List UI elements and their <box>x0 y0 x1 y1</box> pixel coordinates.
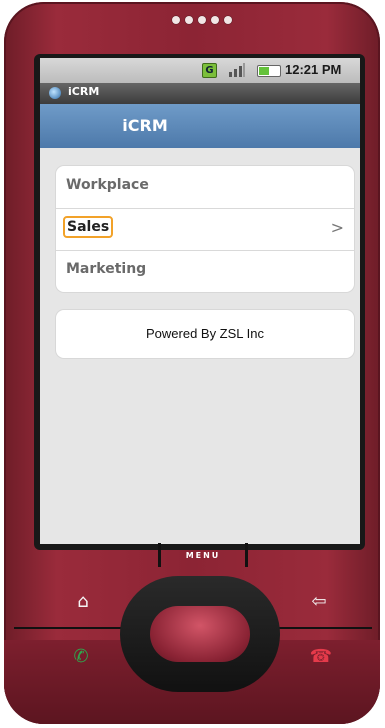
menu-item-workplace[interactable]: Workplace <box>56 166 354 209</box>
home-icon: ⌂ <box>77 591 89 612</box>
app-header: iCRM <box>40 104 360 148</box>
battery-icon <box>257 65 281 77</box>
menu-key-label: MENU <box>185 551 221 560</box>
speaker-dot <box>198 16 206 24</box>
speaker-dot <box>172 16 180 24</box>
home-key[interactable]: ⌂ <box>70 589 96 615</box>
main-menu: Workplace Sales > Marketing <box>56 166 354 292</box>
menu-item-label: Workplace <box>66 177 149 193</box>
status-bar: G 12:21 PM <box>40 58 360 83</box>
powered-by-text: Powered By ZSL Inc <box>145 326 264 341</box>
menu-item-label: Sales <box>63 216 114 238</box>
status-time: 12:21 PM <box>285 62 342 77</box>
end-call-key[interactable]: ☎ <box>308 644 334 670</box>
call-icon: ✆ <box>73 646 89 667</box>
speaker-dot <box>185 16 193 24</box>
back-key[interactable]: ⇦ <box>306 589 332 615</box>
screen: G 12:21 PM iCRM iCRM Workplace Sales > M… <box>40 58 360 544</box>
window-title: iCRM <box>68 85 100 98</box>
end-call-icon: ☎ <box>309 646 333 667</box>
footer-card: Powered By ZSL Inc <box>56 310 354 358</box>
divider-line <box>276 627 372 629</box>
menu-item-sales[interactable]: Sales > <box>56 208 354 251</box>
call-key[interactable]: ✆ <box>68 644 94 670</box>
speaker-dot <box>211 16 219 24</box>
speaker-dot <box>224 16 232 24</box>
gtalk-icon: G <box>202 63 217 78</box>
app-globe-icon <box>49 87 61 99</box>
trackball[interactable] <box>150 606 250 662</box>
window-title-bar: iCRM <box>40 83 360 104</box>
page-title: iCRM <box>122 116 168 135</box>
menu-item-marketing[interactable]: Marketing <box>56 250 354 292</box>
menu-item-label: Marketing <box>66 261 147 277</box>
divider-line <box>14 627 124 629</box>
earpiece-speaker <box>172 16 238 28</box>
menu-key[interactable]: MENU <box>158 543 248 579</box>
chevron-right-icon: > <box>330 218 344 237</box>
signal-icon <box>229 63 245 77</box>
back-icon: ⇦ <box>311 591 327 612</box>
